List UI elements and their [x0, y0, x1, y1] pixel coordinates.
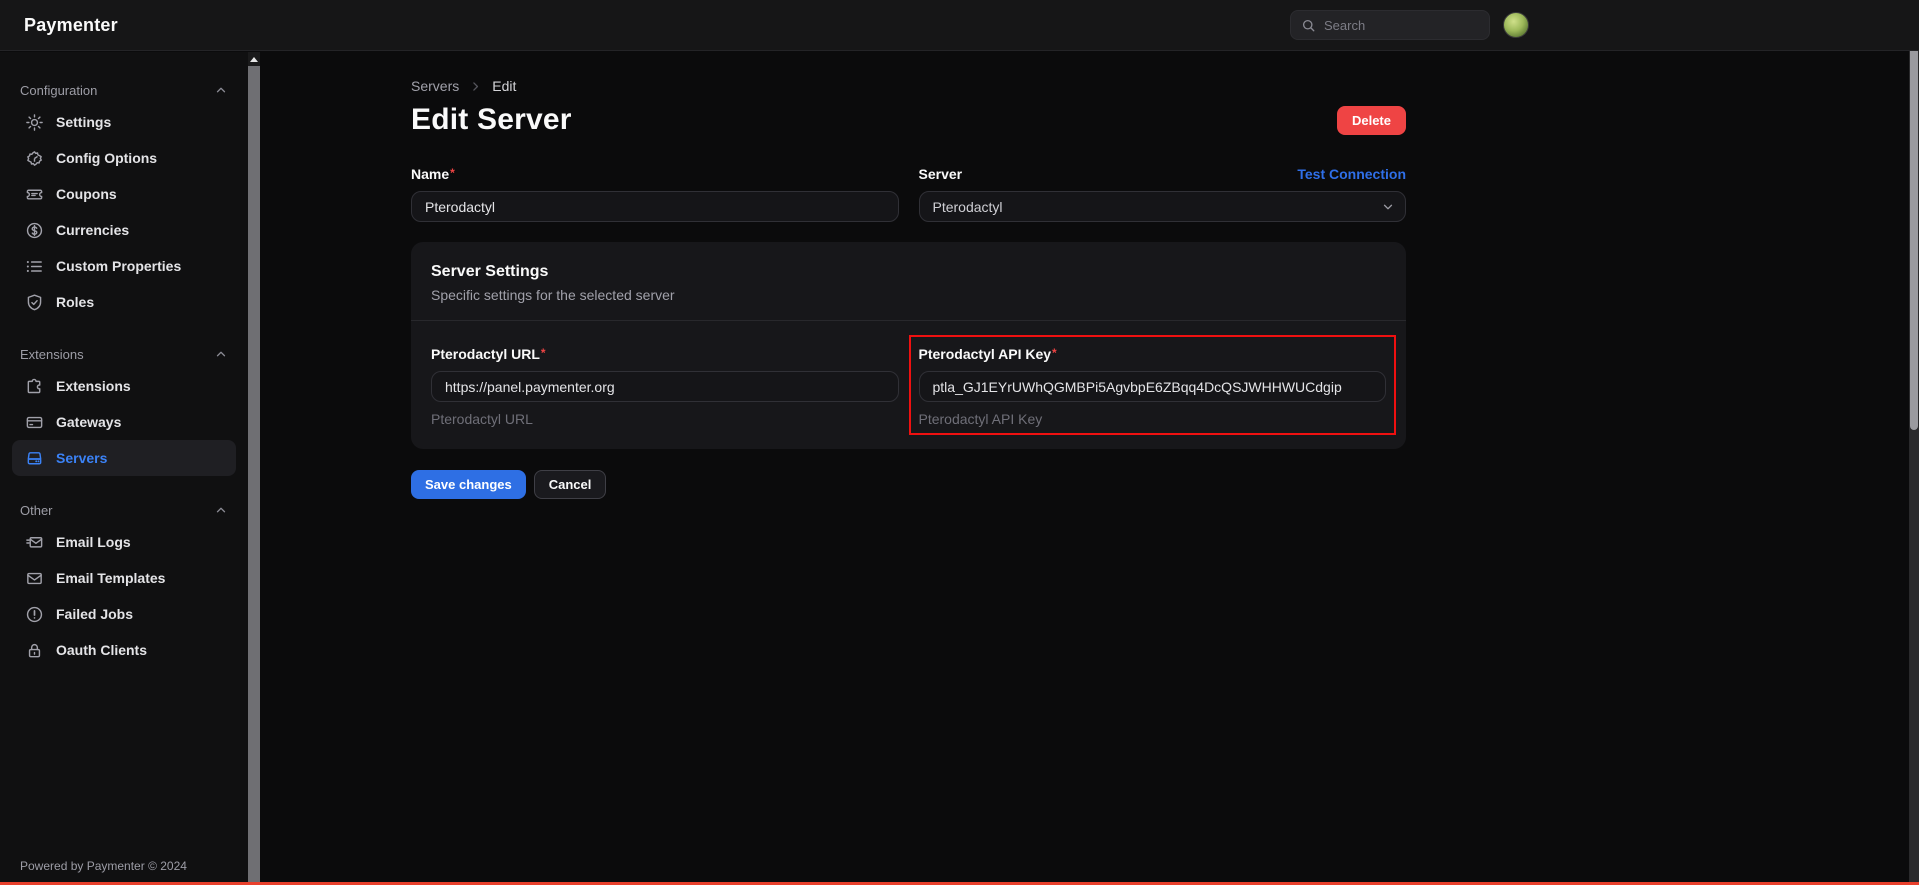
chevron-up-icon — [214, 83, 228, 97]
sidebar-item-oauth-clients[interactable]: Oauth Clients — [12, 632, 236, 668]
sidebar-item-config-options[interactable]: Config Options — [12, 140, 236, 176]
sidebar-item-gateways[interactable]: Gateways — [12, 404, 236, 440]
required-asterisk: * — [541, 346, 546, 360]
cancel-button[interactable]: Cancel — [534, 470, 607, 499]
pterodactyl-api-key-label: Pterodactyl API Key* — [919, 346, 1057, 362]
sidebar-item-currencies[interactable]: Currencies — [12, 212, 236, 248]
server-select[interactable]: Pterodactyl — [919, 191, 1407, 222]
pterodactyl-url-group: Pterodactyl URL* Pterodactyl URL — [431, 345, 899, 427]
name-input[interactable] — [411, 191, 899, 222]
scroll-up-button[interactable] — [248, 52, 260, 66]
search-input[interactable] — [1324, 18, 1479, 33]
sidebar-item-custom-properties[interactable]: Custom Properties — [12, 248, 236, 284]
chevron-up-icon — [214, 503, 228, 517]
test-connection-link[interactable]: Test Connection — [1297, 166, 1406, 182]
avatar[interactable] — [1503, 12, 1529, 38]
sidebar-item-servers[interactable]: Servers — [12, 440, 236, 476]
exclamation-circle-icon — [24, 604, 44, 624]
save-changes-button[interactable]: Save changes — [411, 470, 526, 499]
cog-icon — [24, 148, 44, 168]
page-title: Edit Server — [411, 103, 572, 137]
sidebar-scrollbar[interactable] — [248, 52, 260, 882]
search-icon — [1301, 18, 1316, 33]
breadcrumb-servers[interactable]: Servers — [411, 78, 459, 94]
name-label: Name* — [411, 166, 455, 182]
triangle-up-icon — [250, 57, 258, 62]
sidebar-scrollbar-thumb[interactable] — [248, 66, 260, 882]
topbar: Paymenter — [0, 0, 1919, 51]
required-asterisk: * — [450, 166, 455, 180]
card-title: Server Settings — [431, 263, 1386, 281]
credit-card-icon — [24, 412, 44, 432]
sidebar-item-failed-jobs[interactable]: Failed Jobs — [12, 596, 236, 632]
sidebar-item-email-templates[interactable]: Email Templates — [12, 560, 236, 596]
pterodactyl-api-key-helper: Pterodactyl API Key — [919, 411, 1387, 427]
sidebar-item-settings[interactable]: Settings — [12, 104, 236, 140]
shield-check-icon — [24, 292, 44, 312]
sidebar: Configuration Settings Config Options — [0, 52, 248, 882]
window-scrollbar-thumb[interactable] — [1910, 2, 1918, 430]
breadcrumb-edit: Edit — [492, 78, 516, 94]
pterodactyl-url-label: Pterodactyl URL* — [431, 346, 546, 362]
pterodactyl-api-key-group: Pterodactyl API Key* Pterodactyl API Key — [919, 345, 1387, 427]
chevron-up-icon — [214, 347, 228, 361]
gear-icon — [24, 112, 44, 132]
pterodactyl-api-key-input[interactable] — [919, 371, 1387, 402]
pterodactyl-url-helper: Pterodactyl URL — [431, 411, 899, 427]
delete-button[interactable]: Delete — [1337, 106, 1406, 135]
server-icon — [24, 448, 44, 468]
currency-dollar-icon — [24, 220, 44, 240]
server-field-group: Server Test Connection Pterodactyl — [919, 165, 1407, 222]
sidebar-section-configuration[interactable]: Configuration — [12, 76, 236, 104]
chevron-right-icon — [469, 80, 482, 93]
lock-icon — [24, 640, 44, 660]
card-subtitle: Specific settings for the selected serve… — [431, 287, 1386, 303]
main-panel: Servers Edit Edit Server Delete Name* Se… — [260, 52, 1909, 882]
server-settings-card: Server Settings Specific settings for th… — [411, 242, 1406, 449]
sidebar-item-email-logs[interactable]: Email Logs — [12, 524, 236, 560]
puzzle-icon — [24, 376, 44, 396]
required-asterisk: * — [1052, 346, 1057, 360]
name-field-group: Name* — [411, 165, 899, 222]
envelope-lines-icon — [24, 532, 44, 552]
breadcrumb: Servers Edit — [411, 78, 1406, 94]
sidebar-section-extensions[interactable]: Extensions — [12, 340, 236, 368]
window-scrollbar[interactable] — [1909, 0, 1919, 885]
list-icon — [24, 256, 44, 276]
sidebar-item-roles[interactable]: Roles — [12, 284, 236, 320]
search-box[interactable] — [1290, 10, 1490, 40]
server-select-value: Pterodactyl — [933, 199, 1003, 215]
sidebar-item-coupons[interactable]: Coupons — [12, 176, 236, 212]
sidebar-item-extensions[interactable]: Extensions — [12, 368, 236, 404]
ticket-icon — [24, 184, 44, 204]
powered-by-text: Powered by Paymenter © 2024 — [20, 859, 187, 873]
sidebar-section-other[interactable]: Other — [12, 496, 236, 524]
pterodactyl-url-input[interactable] — [431, 371, 899, 402]
envelope-icon — [24, 568, 44, 588]
chevron-down-icon — [1381, 200, 1395, 214]
app-logo[interactable]: Paymenter — [24, 15, 118, 36]
server-label: Server — [919, 166, 963, 182]
